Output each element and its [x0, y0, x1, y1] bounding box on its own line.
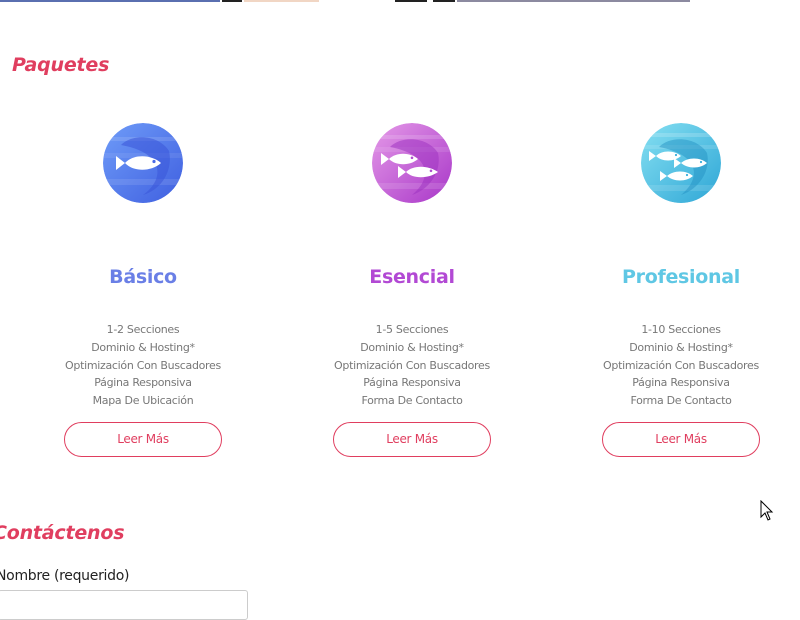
feature-item: Forma De Contacto [361, 394, 463, 408]
three-fish-icon [641, 123, 721, 203]
packages-section-title: Paquetes [12, 54, 110, 76]
package-features: 1-10 Secciones Dominio & Hosting* Optimi… [551, 321, 800, 410]
package-name: Básico [109, 266, 177, 288]
package-features: 1-2 Secciones Dominio & Hosting* Optimiz… [13, 321, 273, 410]
feature-item: Dominio & Hosting* [360, 340, 464, 354]
package-name: Profesional [622, 266, 740, 288]
feature-item: Optimización Con Buscadores [65, 358, 221, 372]
feature-item: Dominio & Hosting* [629, 340, 733, 354]
feature-item: 1-10 Secciones [641, 323, 721, 336]
contact-section-title: Contáctenos [0, 522, 125, 544]
mouse-cursor-icon [760, 500, 774, 521]
feature-item: Forma De Contacto [630, 394, 732, 408]
feature-item: Página Responsiva [632, 376, 730, 390]
top-image-strip [0, 0, 800, 2]
read-more-button-basico[interactable]: Leer Más [64, 421, 222, 457]
feature-item: Optimización Con Buscadores [603, 358, 759, 372]
name-field-label: Nombre (requerido) [0, 568, 130, 584]
two-fish-icon [372, 123, 452, 203]
feature-item: 1-2 Secciones [106, 323, 180, 336]
feature-item: Mapa De Ubicación [92, 394, 194, 408]
feature-item: Optimización Con Buscadores [334, 358, 490, 372]
feature-item: Página Responsiva [363, 376, 461, 390]
package-features: 1-5 Secciones Dominio & Hosting* Optimiz… [282, 321, 542, 410]
feature-item: Página Responsiva [94, 376, 192, 390]
feature-item: Dominio & Hosting* [91, 340, 195, 354]
package-card-esencial: Esencial 1-5 Secciones Dominio & Hosting… [282, 120, 542, 457]
name-input[interactable] [0, 590, 248, 620]
feature-item: 1-5 Secciones [375, 323, 449, 336]
read-more-button-esencial[interactable]: Leer Más [333, 421, 491, 457]
package-card-basico: Básico 1-2 Secciones Dominio & Hosting* … [13, 120, 273, 457]
package-card-profesional: Profesional 1-10 Secciones Dominio & Hos… [551, 120, 800, 457]
package-name: Esencial [369, 266, 455, 288]
single-fish-icon [103, 123, 183, 203]
read-more-button-profesional[interactable]: Leer Más [602, 421, 760, 457]
